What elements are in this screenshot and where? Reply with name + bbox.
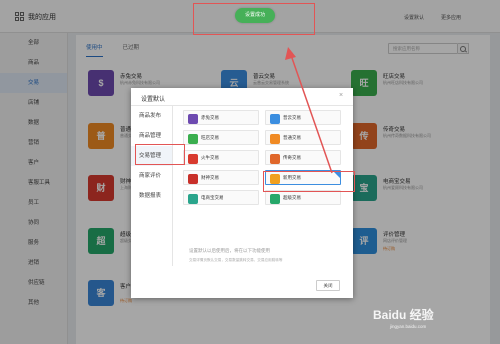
watermark-url: jingyan.baidu.com (390, 324, 427, 329)
watermark-logo: Baidu 经验 (373, 308, 434, 322)
annotation-arrow (285, 47, 333, 174)
